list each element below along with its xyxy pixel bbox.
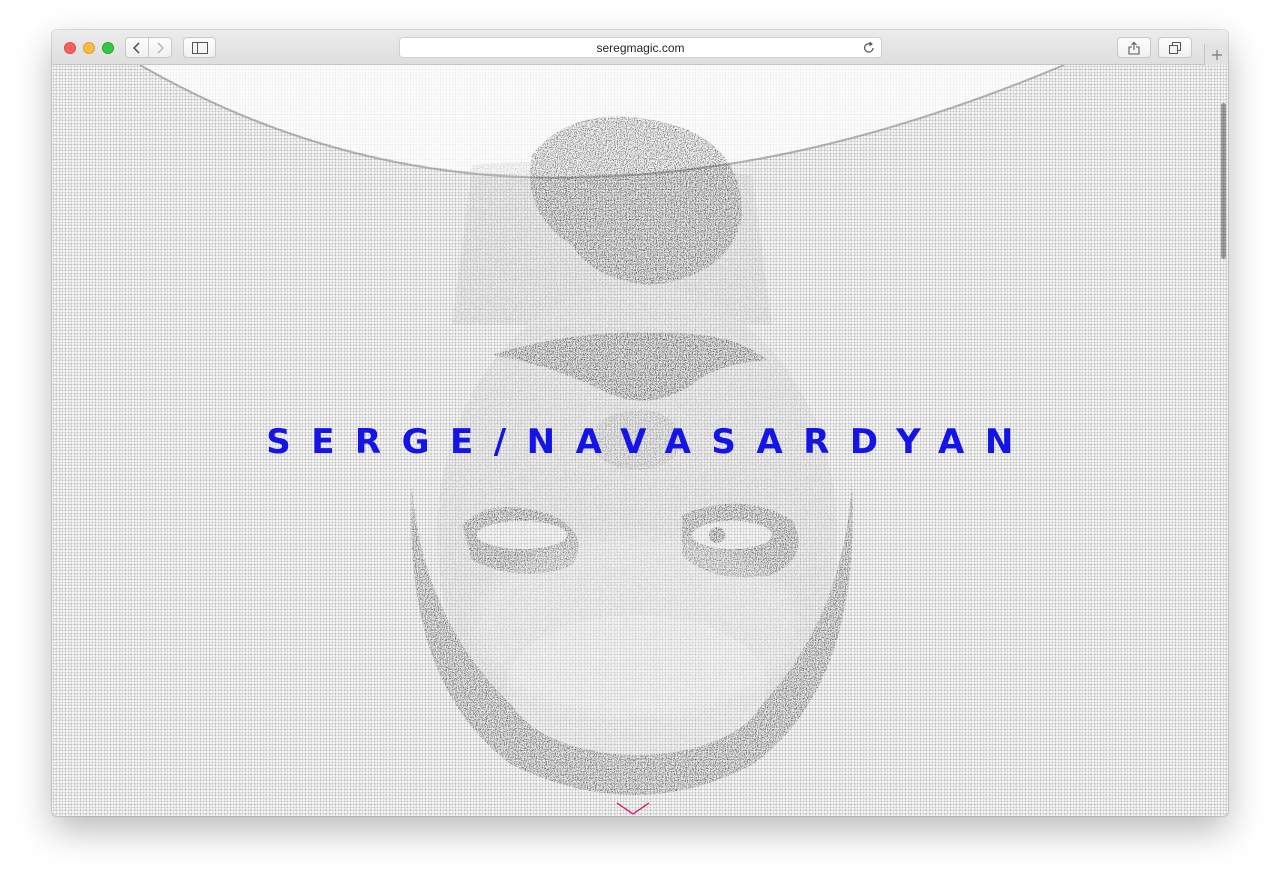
forward-icon: [157, 42, 164, 53]
share-icon: [1128, 41, 1140, 55]
close-window-button[interactable]: [64, 42, 76, 54]
show-all-tabs-button[interactable]: [1158, 37, 1192, 58]
browser-window: seregmagic.com SERGE/NAVASARDYAN: [52, 30, 1228, 816]
minimize-window-button[interactable]: [83, 42, 95, 54]
url-text: seregmagic.com: [596, 41, 685, 55]
sidebar-toggle-button[interactable]: [183, 37, 216, 58]
share-button[interactable]: [1117, 37, 1151, 58]
hero-name-title: SERGE/NAVASARDYAN: [266, 422, 1034, 462]
browser-toolbar: seregmagic.com: [52, 30, 1228, 65]
tabs-icon: [1169, 41, 1181, 54]
back-icon: [133, 42, 140, 53]
page-content: SERGE/NAVASARDYAN: [52, 65, 1228, 816]
back-button[interactable]: [125, 37, 149, 58]
sidebar-icon: [191, 41, 208, 54]
new-tab-button[interactable]: [1204, 44, 1228, 65]
reload-icon[interactable]: [863, 41, 875, 54]
forward-button[interactable]: [148, 37, 172, 58]
chevron-down-icon[interactable]: [615, 801, 651, 816]
plus-icon: [1212, 49, 1222, 60]
address-bar[interactable]: seregmagic.com: [399, 37, 882, 58]
zoom-window-button[interactable]: [102, 42, 114, 54]
page-scrollbar[interactable]: [1221, 103, 1226, 259]
